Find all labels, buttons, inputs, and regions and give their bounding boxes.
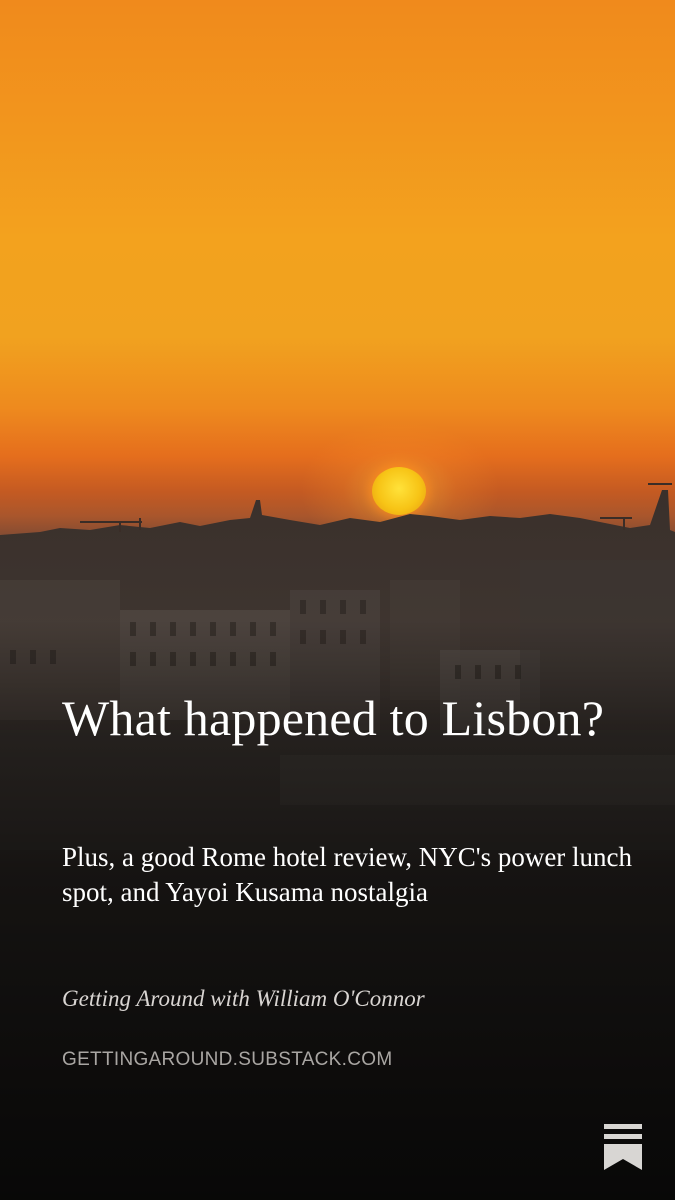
publication-author: Getting Around with William O'Connor <box>62 986 425 1011</box>
publication-domain: GETTINGAROUND.SUBSTACK.COM <box>62 1049 393 1070</box>
post-subtitle: Plus, a good Rome hotel review, NYC's po… <box>62 842 633 907</box>
share-card: What happened to Lisbon? Plus, a good Ro… <box>0 0 675 1200</box>
post-title: What happened to Lisbon? <box>62 690 605 746</box>
substack-logo-icon <box>604 1124 642 1170</box>
